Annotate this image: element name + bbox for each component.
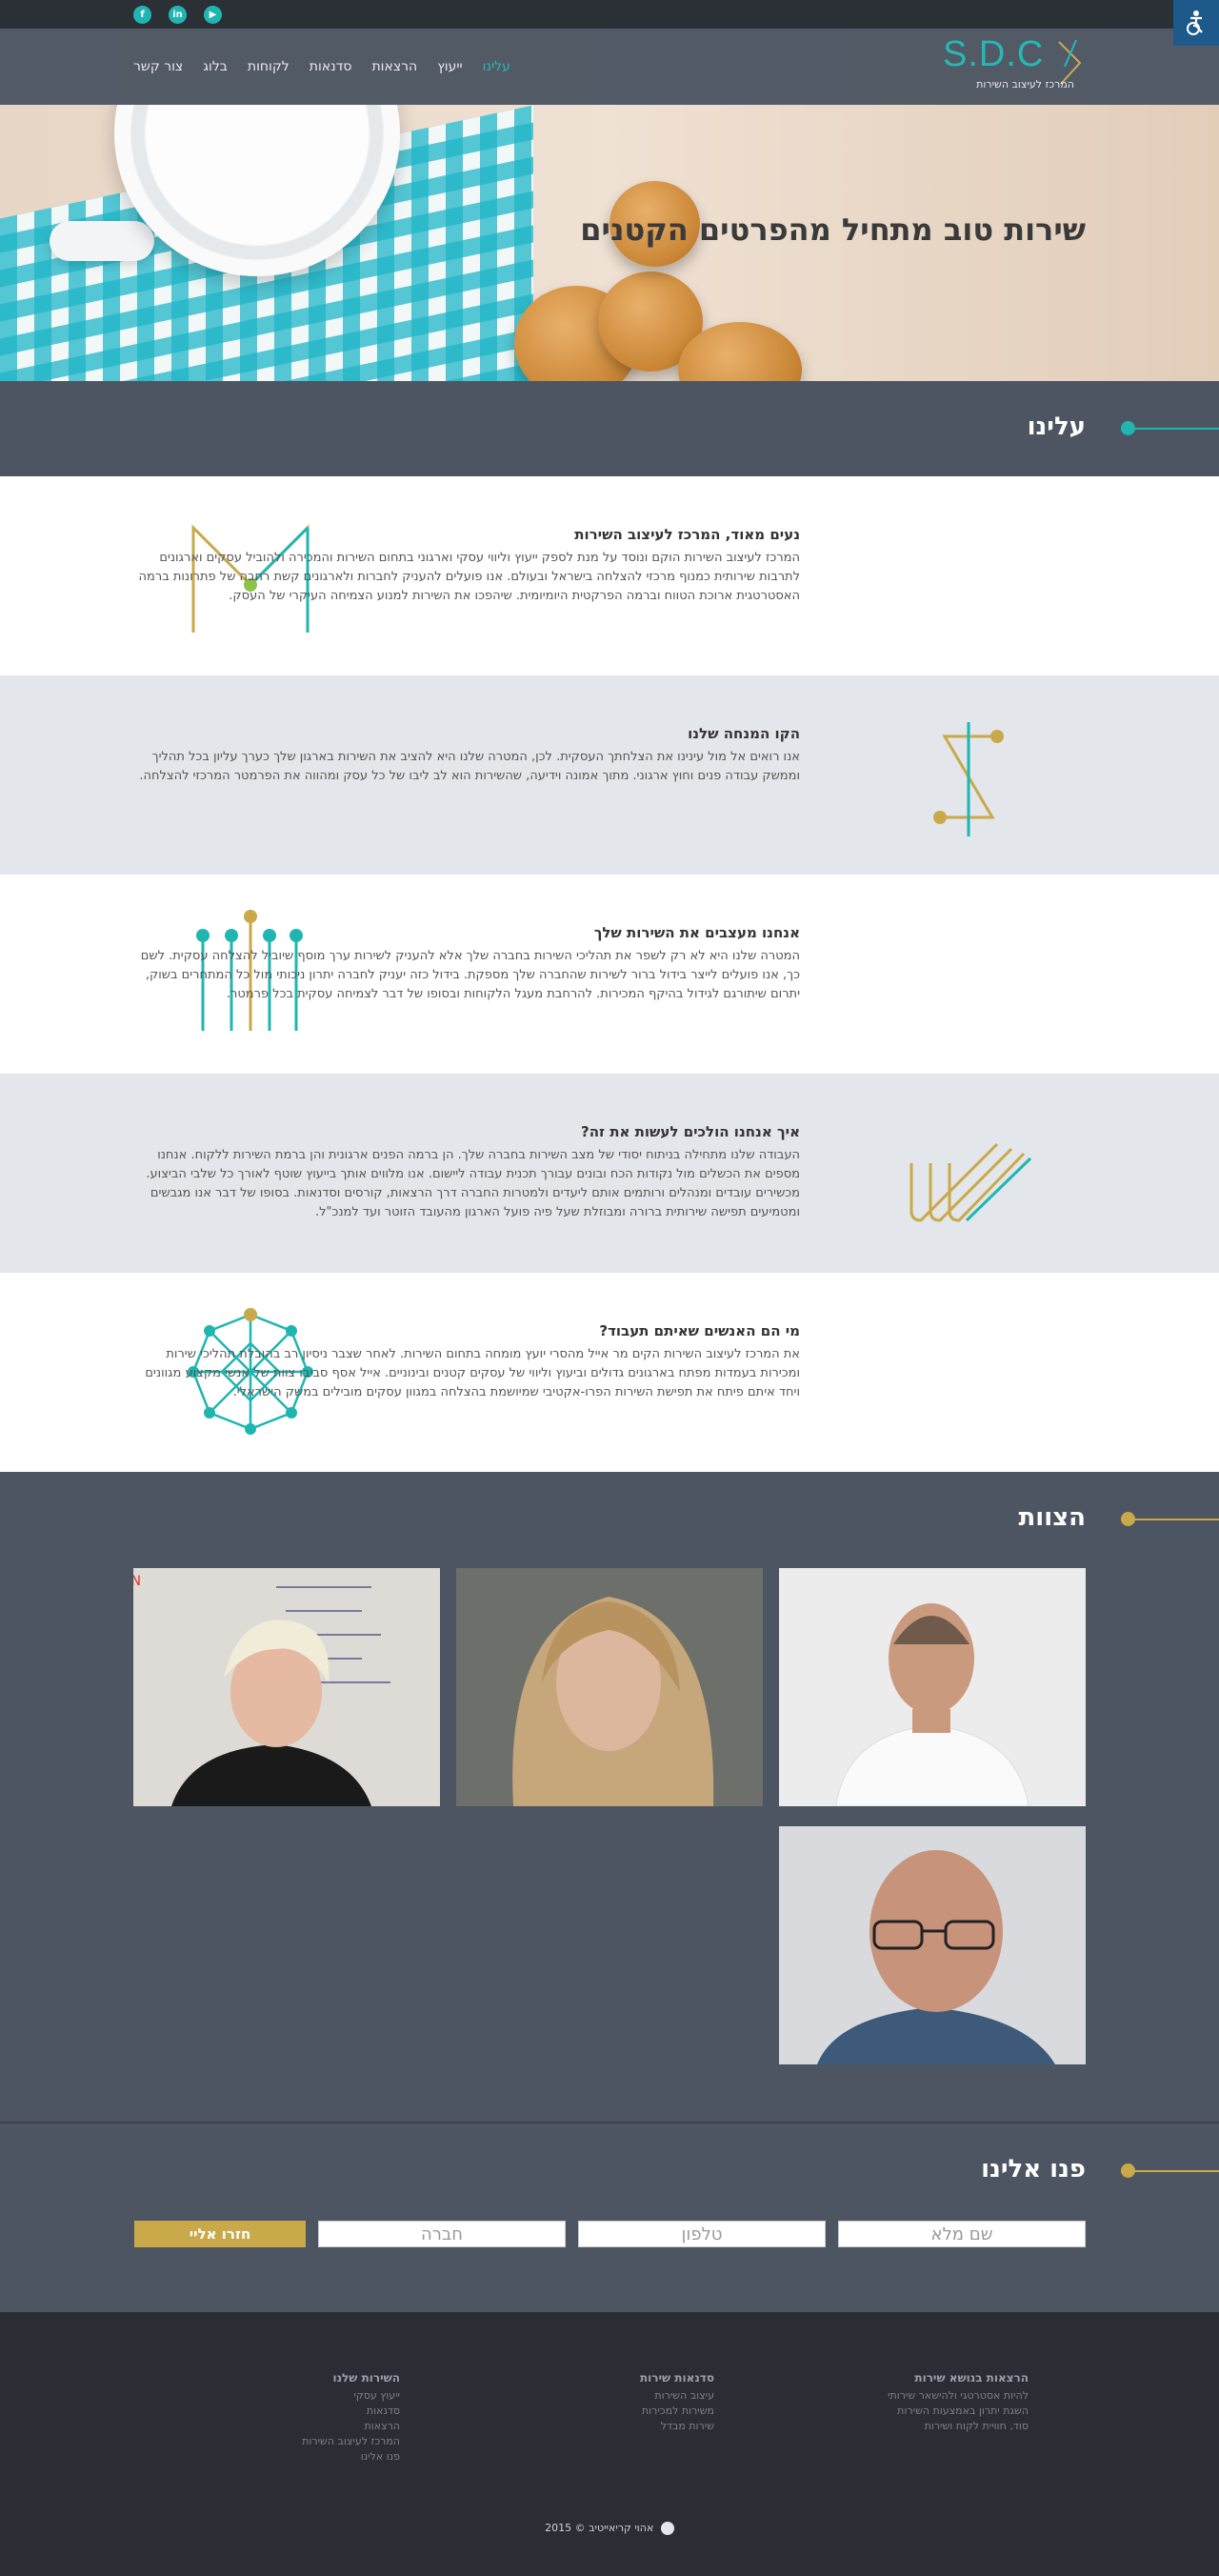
social-links: f in ▶	[133, 6, 222, 24]
about-block: איך אנחנו הולכים לעשות את זה? העבודה שלנ…	[0, 1074, 1219, 1273]
header-dot	[1121, 1512, 1135, 1526]
footer-link[interactable]: סוד, חוויית לקוח ושירות	[888, 2419, 1029, 2434]
company-input[interactable]: חברה	[318, 2221, 566, 2247]
footer-link[interactable]: להיות אסטרטגי ולהישאר שירותי	[888, 2388, 1029, 2404]
about-section-header: עלינו	[0, 381, 1219, 476]
header-dot	[1121, 421, 1135, 435]
footer-link[interactable]: שירות מבדל	[640, 2419, 714, 2434]
footer-link[interactable]: המרכז לעיצוב השירות	[302, 2434, 400, 2449]
site-footer: הרצאות בנושא שירות להיות אסטרטגי ולהישאר…	[0, 2312, 1219, 2576]
nav-item-consulting[interactable]: ייעוץ	[437, 59, 482, 74]
full-name-input[interactable]: שם מלא	[838, 2221, 1086, 2247]
block-text: המרכז לעיצוב השירות הוקם ונוסד על מנת לס…	[138, 551, 800, 603]
svg-text:OUN: OUN	[133, 1574, 141, 1589]
contact-form: שם מלא טלפון חברה חזרו אליי	[134, 2221, 1086, 2247]
top-bar: f in ▶	[0, 0, 1219, 46]
block-title: הקו המנחה שלנו	[688, 725, 800, 742]
footer-column: סדנאות שירות עיצוב השירות משירות למכירות…	[640, 2371, 714, 2434]
block-text: המטרה שלנו היא לא רק לשפר את תהליכי השיר…	[140, 949, 800, 1001]
hero-banner: שירות טוב מתחיל מהפרטים הקטנים	[0, 105, 1219, 381]
phone-input[interactable]: טלפון	[578, 2221, 826, 2247]
accessibility-icon[interactable]	[1173, 0, 1219, 46]
nav-item-workshops[interactable]: סדנאות	[310, 59, 372, 74]
nav-item-blog[interactable]: בלוג	[203, 59, 248, 74]
footer-column: הרצאות בנושא שירות להיות אסטרטגי ולהישאר…	[888, 2371, 1029, 2434]
footer-link[interactable]: סדנאות	[302, 2404, 400, 2419]
header-line	[1124, 428, 1219, 430]
about-block: הקו המנחה שלנו אנו רואים אל מול עינינו א…	[0, 675, 1219, 875]
block-title: מי הם האנשים שאיתם תעבוד?	[599, 1322, 800, 1339]
footer-link[interactable]: עיצוב השירות	[640, 2388, 714, 2404]
block-text: את המרכז לעיצוב השירות הקים מר אייל מהסר…	[145, 1347, 800, 1399]
about-heading: עלינו	[1027, 413, 1086, 441]
team-member-photo[interactable]	[779, 1568, 1086, 1806]
about-block: נעים מאוד, המרכז לעיצוב השירות המרכז לעי…	[0, 476, 1219, 675]
nav-menu: צור קשר בלוג לקוחות סדנאות הרצאות ייעוץ …	[133, 29, 530, 105]
block-title: אנחנו מעצבים את השירות שלך	[593, 924, 800, 941]
nav-item-lectures[interactable]: הרצאות	[371, 59, 437, 74]
footer-link[interactable]: פנו אלינו	[302, 2449, 400, 2465]
skull-icon	[660, 2522, 674, 2535]
hero-title: שירות טוב מתחיל מהפרטים הקטנים	[580, 211, 1086, 248]
linkedin-icon[interactable]: in	[169, 6, 187, 24]
team-member-photo[interactable]	[456, 1568, 763, 1806]
dollar-s-icon	[902, 708, 1035, 841]
contact-heading: פנו אלינו	[981, 2155, 1086, 2184]
facebook-icon[interactable]: f	[133, 6, 151, 24]
submit-button[interactable]: חזרו אליי	[134, 2221, 306, 2247]
nav-item-about[interactable]: עלינו	[483, 59, 530, 74]
about-block: אנחנו מעצבים את השירות שלך המטרה שלנו הי…	[0, 875, 1219, 1074]
team-grid: OUN	[133, 1568, 1086, 2065]
team-member-photo[interactable]: OUN	[133, 1568, 440, 1806]
footer-column: השירות שלנו ייעוץ עסקי סדנאות הרצאות המר…	[302, 2371, 400, 2465]
team-member-photo[interactable]	[779, 1826, 1086, 2064]
team-heading: הצוות	[1018, 1503, 1086, 1532]
nav-item-contact[interactable]: צור קשר	[133, 59, 203, 74]
block-title: נעים מאוד, המרכז לעיצוב השירות	[574, 526, 800, 543]
header-line	[1124, 2170, 1219, 2172]
about-block: מי הם האנשים שאיתם תעבוד? את המרכז לעיצו…	[0, 1273, 1219, 1472]
logo-subtitle: המרכז לעיצוב השירות	[976, 78, 1074, 91]
block-title: איך אנחנו הולכים לעשות את זה?	[581, 1123, 800, 1140]
nav-item-clients[interactable]: לקוחות	[248, 59, 310, 74]
copyright-text: אהוי קריאייטיב © 2015	[545, 2522, 654, 2534]
team-section-header: הצוות	[0, 1472, 1219, 1567]
footer-column-title: סדנאות שירות	[639, 2371, 714, 2385]
footer-link[interactable]: ייעוץ עסקי	[302, 2388, 400, 2404]
copyright: אהוי קריאייטיב © 2015	[0, 2522, 1219, 2535]
contact-section-header: פנו אלינו	[0, 2123, 1219, 2219]
footer-link[interactable]: משירות למכירות	[640, 2404, 714, 2419]
footer-link[interactable]: השגת יתרון באמצעות השירות	[888, 2404, 1029, 2419]
footer-link[interactable]: הרצאות	[302, 2419, 400, 2434]
main-navbar: S.D.C המרכז לעיצוב השירות צור קשר בלוג ל…	[0, 29, 1219, 105]
site-logo[interactable]: S.D.C המרכז לעיצוב השירות	[943, 34, 1086, 95]
team-section: הצוות OUN	[0, 1472, 1219, 2122]
block-text: אנו רואים אל מול עינינו את הצלחתך העסקית…	[139, 750, 800, 783]
header-dot	[1121, 2163, 1135, 2178]
youtube-icon[interactable]: ▶	[204, 6, 222, 24]
footer-column-title: השירות שלנו	[332, 2371, 400, 2385]
signature-lines-icon	[902, 1106, 1035, 1239]
logo-mark: S.D.C	[943, 34, 1045, 74]
footer-column-title: הרצאות בנושא שירות	[914, 2371, 1029, 2385]
cup-handle-image	[50, 221, 154, 261]
contact-section: פנו אלינו שם מלא טלפון חברה חזרו אליי	[0, 2122, 1219, 2312]
block-text: העבודה שלנו מתחילה בניתוח יסודי של מצב ה…	[146, 1148, 800, 1219]
header-line	[1124, 1519, 1219, 1520]
